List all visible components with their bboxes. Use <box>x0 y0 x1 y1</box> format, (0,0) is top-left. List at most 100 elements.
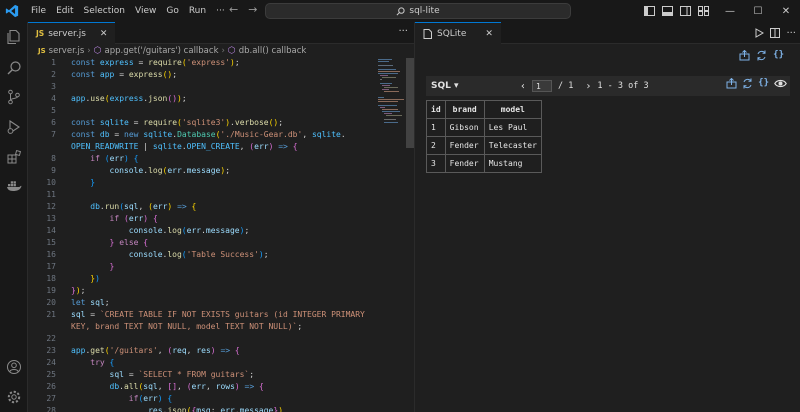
page-total: / 1 <box>558 81 574 91</box>
code-editor[interactable]: 1 const express = require('express'); 2 co… <box>28 58 406 412</box>
run-icon[interactable] <box>755 28 765 38</box>
sqlite-tabs: SQLite ✕ ··· <box>415 22 800 44</box>
settings-gear-icon[interactable] <box>5 388 23 406</box>
code-line: 12 db.run(sql, (err) => { <box>46 202 197 211</box>
code-line: 8 if (err) { <box>51 154 139 163</box>
eye-icon[interactable] <box>774 78 787 89</box>
toggle-panel-icon[interactable] <box>662 6 680 16</box>
refresh-icon[interactable] <box>756 50 767 61</box>
json-braces-icon[interactable]: {} <box>758 78 769 89</box>
code-line: 28 res.json({msg: err.message}) <box>46 406 284 412</box>
toggle-sidebar-icon[interactable] <box>644 6 662 16</box>
table-cell[interactable]: 3 <box>426 154 446 173</box>
menu-bar: File Edit Selection View Go Run ··· <box>26 0 230 22</box>
refresh-icon[interactable] <box>742 78 753 89</box>
breadcrumb-symbol-get[interactable]: app.get('/guitars') callback <box>105 46 219 56</box>
back-arrow-icon[interactable]: ← <box>229 3 238 16</box>
tab-label: server.js <box>48 28 86 39</box>
maximize-button[interactable]: ☐ <box>744 6 772 17</box>
menu-selection[interactable]: Selection <box>79 0 130 22</box>
code-line: 13 if (err) { <box>46 214 158 223</box>
sql-dropdown-button[interactable]: SQL ▾ <box>431 81 459 91</box>
menu-go[interactable]: Go <box>161 0 183 22</box>
close-tab-icon[interactable]: ✕ <box>485 29 493 39</box>
tab-server-js[interactable]: JS server.js ✕ <box>28 22 116 44</box>
split-editor-icon[interactable] <box>770 28 781 38</box>
method-cube-icon: ⬡ <box>227 46 236 56</box>
more-actions-icon[interactable]: ··· <box>398 26 408 37</box>
chevron-right-icon[interactable]: › <box>585 81 591 92</box>
table-cell[interactable]: Gibson <box>444 118 485 137</box>
table-cell[interactable]: Les Paul <box>483 118 542 137</box>
code-line: 2 const app = express(); <box>51 70 178 79</box>
table-row: 3 Fender Mustang <box>426 154 542 173</box>
docker-icon[interactable] <box>5 176 23 194</box>
result-toolbar: SQL ▾ ‹ / 1 › 1 - 3 of 3 {} <box>426 76 790 96</box>
table-cell[interactable]: Telecaster <box>483 136 542 155</box>
menu-edit[interactable]: Edit <box>51 0 78 22</box>
chevron-right-icon: › <box>221 46 225 56</box>
minimize-button[interactable]: — <box>716 6 744 17</box>
code-line: OPEN_READWRITE | sqlite.OPEN_CREATE, (er… <box>71 142 298 151</box>
json-braces-icon[interactable]: {} <box>773 50 784 61</box>
table-cell[interactable]: Mustang <box>483 154 542 173</box>
code-line: 24 try { <box>46 358 115 367</box>
command-center-label: sql-lite <box>409 6 440 16</box>
close-window-button[interactable]: ✕ <box>772 6 800 17</box>
javascript-file-icon: JS <box>36 29 45 38</box>
code-line: 27 if(err) { <box>46 394 173 403</box>
breadcrumb-symbol-all[interactable]: db.all() callback <box>239 46 307 56</box>
table-cell[interactable]: 2 <box>426 136 446 155</box>
run-debug-icon[interactable] <box>5 118 23 136</box>
menu-run[interactable]: Run <box>184 0 211 22</box>
column-header-id[interactable]: id <box>426 100 446 119</box>
table-header-row: id brand model <box>426 100 542 119</box>
table-cell[interactable]: Fender <box>444 154 485 173</box>
toggle-secondary-sidebar-icon[interactable] <box>680 6 698 16</box>
close-tab-icon[interactable]: ✕ <box>100 29 108 39</box>
editor-scrollbar-thumb[interactable] <box>406 58 414 148</box>
code-line: 4 app.use(express.json()); <box>51 94 187 103</box>
menu-view[interactable]: View <box>130 0 161 22</box>
customize-layout-icon[interactable] <box>698 6 716 16</box>
code-line: 10 } <box>46 178 96 187</box>
tab-sqlite[interactable]: SQLite ✕ <box>415 22 501 44</box>
code-line: 3 <box>51 82 56 91</box>
column-header-brand[interactable]: brand <box>444 100 485 119</box>
code-line: 5 <box>51 106 56 115</box>
page-input[interactable] <box>532 80 553 92</box>
editor-tabs: JS server.js ✕ ··· <box>28 22 414 44</box>
code-line: 14 console.log(err.message); <box>46 226 250 235</box>
code-line: 19}); <box>46 286 86 295</box>
breadcrumb-file[interactable]: server.js <box>49 46 85 56</box>
forward-arrow-icon[interactable]: → <box>248 3 257 16</box>
export-icon[interactable] <box>726 78 737 89</box>
code-line: 18 }) <box>46 274 100 283</box>
code-line: 22 <box>46 334 56 343</box>
menu-file[interactable]: File <box>26 0 51 22</box>
column-header-model[interactable]: model <box>483 100 542 119</box>
command-center[interactable]: sql-lite <box>265 3 571 19</box>
method-cube-icon: ⬡ <box>93 46 102 56</box>
result-tool-icons: {} <box>726 78 787 89</box>
result-table: id brand model 1 Gibson Les Paul 2 Fende… <box>426 100 542 173</box>
extensions-icon[interactable] <box>5 148 23 166</box>
export-icon[interactable] <box>739 50 750 61</box>
search-icon[interactable] <box>5 59 23 77</box>
table-cell[interactable]: 1 <box>426 118 446 137</box>
sqlite-tab-actions: ··· <box>755 22 796 44</box>
window-controls: — ☐ ✕ <box>644 0 800 22</box>
chevron-right-icon: › <box>87 46 91 56</box>
sqlite-panel: {} SQL ▾ ‹ / 1 › 1 - 3 of 3 {} id <box>415 44 800 412</box>
code-line: 25 sql = `SELECT * FROM guitars`; <box>46 370 255 379</box>
account-icon[interactable] <box>5 358 23 376</box>
explorer-icon[interactable] <box>5 28 23 46</box>
menu-more[interactable]: ··· <box>211 0 230 22</box>
table-cell[interactable]: Fender <box>444 136 485 155</box>
chevron-left-icon[interactable]: ‹ <box>520 81 526 92</box>
code-line: 15 } else { <box>46 238 149 247</box>
code-line: 16 console.log('Table Success'); <box>46 250 269 259</box>
minimap[interactable] <box>376 58 406 128</box>
more-actions-icon[interactable]: ··· <box>786 28 796 39</box>
source-control-icon[interactable] <box>5 88 23 106</box>
